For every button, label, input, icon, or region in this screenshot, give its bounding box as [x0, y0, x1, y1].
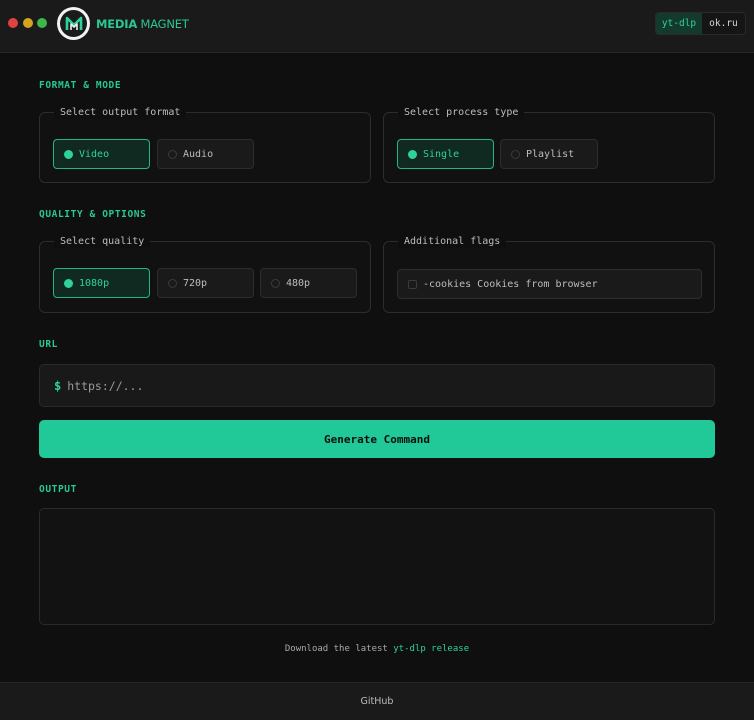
url-input[interactable] [67, 378, 668, 393]
checkbox-unchecked-icon [408, 279, 417, 289]
download-note: Download the latest yt-dlp release [0, 644, 754, 654]
radio-unselected-icon [271, 278, 280, 288]
output-area[interactable] [39, 508, 715, 625]
brand-primary: MEDIA [96, 17, 138, 31]
format-option-label: Video [79, 148, 110, 160]
switcher-tab-okru[interactable]: ok.ru [702, 13, 745, 34]
brand-secondary: MAGNET [140, 17, 189, 31]
section-label-format-mode: FORMAT & MODE [39, 80, 122, 91]
section-label-output: OUTPUT [39, 484, 77, 495]
format-option-label: Audio [183, 148, 214, 160]
generate-command-button[interactable]: Generate Command [39, 420, 715, 458]
magnet-m-logo-icon [57, 7, 90, 40]
github-link[interactable]: GitHub [361, 696, 394, 707]
quality-option-label: 1080p [79, 277, 110, 289]
process-option-label: Single [423, 148, 460, 160]
source-switcher: yt-dlp ok.ru [655, 12, 746, 35]
title-bar: MEDIA MAGNET yt-dlp ok.ru [0, 0, 754, 53]
minimize-window-button[interactable] [23, 18, 33, 28]
output-format-group: Select output format Video Audio [39, 106, 371, 183]
radio-unselected-icon [168, 149, 177, 159]
format-option-audio[interactable]: Audio [157, 139, 254, 169]
cookies-flag-checkbox[interactable]: -cookies Cookies from browser [397, 269, 702, 299]
quality-option-720p[interactable]: 720p [157, 268, 254, 298]
ytdlp-release-link[interactable]: yt-dlp release [393, 644, 469, 654]
format-option-video[interactable]: Video [53, 139, 150, 169]
process-option-label: Playlist [526, 148, 575, 160]
quality-option-label: 720p [183, 277, 208, 289]
maximize-window-button[interactable] [37, 18, 47, 28]
process-type-group: Select process type Single Playlist [383, 106, 715, 183]
quality-legend: Select quality [54, 235, 151, 248]
process-option-playlist[interactable]: Playlist [500, 139, 598, 169]
download-prefix: Download the latest [284, 644, 388, 654]
close-window-button[interactable] [8, 18, 18, 28]
radio-selected-icon [64, 149, 73, 159]
quality-option-label: 480p [286, 277, 311, 289]
section-label-quality-options: QUALITY & OPTIONS [39, 209, 147, 220]
radio-selected-icon [408, 149, 417, 159]
output-format-legend: Select output format [54, 106, 187, 119]
shell-prompt-icon: $ [54, 378, 62, 393]
quality-option-1080p[interactable]: 1080p [53, 268, 150, 298]
footer: GitHub [0, 682, 754, 720]
process-option-single[interactable]: Single [397, 139, 494, 169]
radio-unselected-icon [511, 149, 520, 159]
quality-group: Select quality 1080p 720p 480p [39, 235, 371, 313]
section-label-url: URL [39, 339, 58, 350]
additional-flags-legend: Additional flags [398, 235, 507, 248]
process-type-legend: Select process type [398, 106, 525, 119]
cookies-flag-label: -cookies Cookies from browser [423, 278, 598, 290]
brand-name: MEDIA MAGNET [96, 17, 189, 31]
additional-flags-group: Additional flags -cookies Cookies from b… [383, 235, 715, 313]
radio-selected-icon [64, 278, 73, 288]
quality-option-480p[interactable]: 480p [260, 268, 357, 298]
url-field: $ [39, 364, 715, 407]
switcher-tab-ytdlp[interactable]: yt-dlp [656, 13, 702, 34]
radio-unselected-icon [168, 278, 177, 288]
